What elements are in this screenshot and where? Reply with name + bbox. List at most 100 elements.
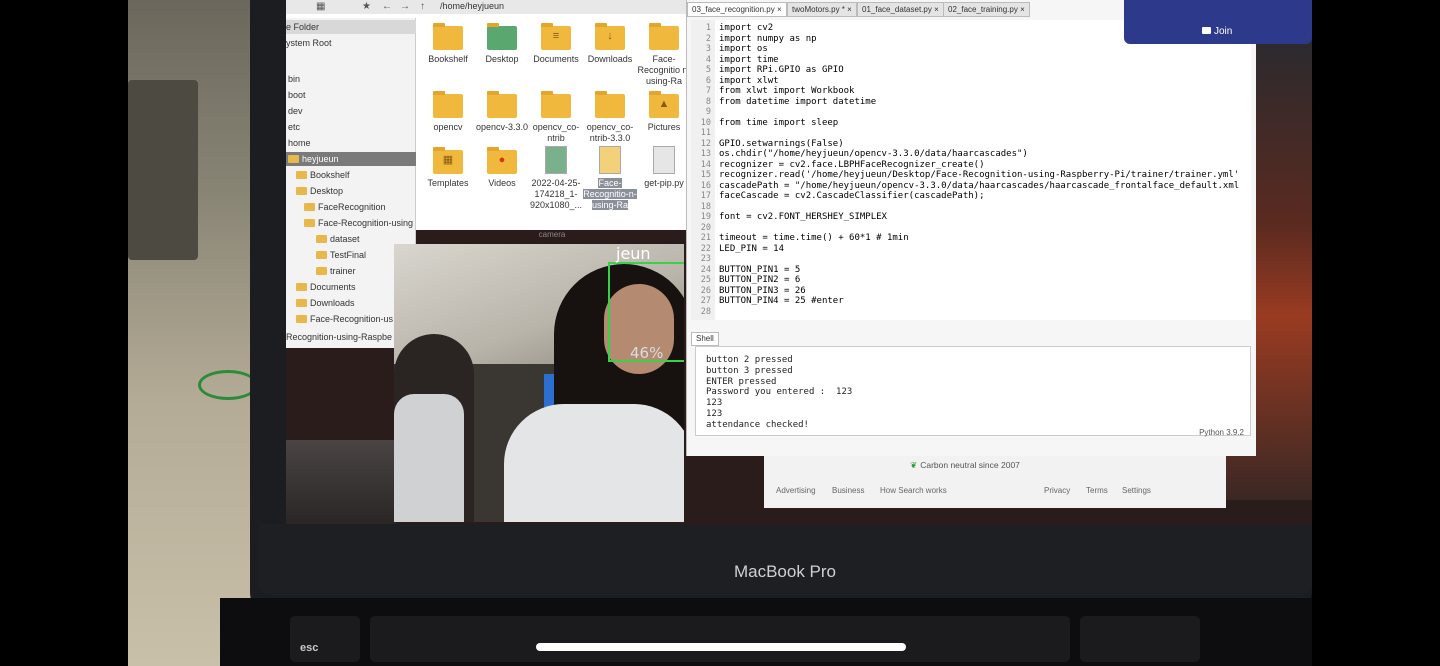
sidebar-item-bookshelf[interactable]: Bookshelf — [296, 170, 350, 180]
up-arrow-icon[interactable]: ↑ — [420, 1, 425, 12]
code-line: import xlwt — [719, 75, 779, 86]
footer-link-terms[interactable]: Terms — [1086, 486, 1108, 495]
sidebar-header-root[interactable]: ystem Root — [286, 38, 332, 48]
back-arrow-icon[interactable]: ← — [382, 1, 392, 12]
shell-output-line: 123 — [706, 398, 723, 409]
file-item-bookshelf[interactable]: Bookshelf — [420, 23, 476, 65]
sidebar-item-etc[interactable]: etc — [288, 122, 300, 132]
tab-02-face-training[interactable]: 02_face_training.py × — [943, 2, 1030, 17]
sidebar-item-documents[interactable]: Documents — [296, 282, 356, 292]
sidebar-item-home[interactable]: home — [288, 138, 311, 148]
path-bar[interactable]: /home/heyjueun — [440, 1, 504, 11]
folder-icon — [304, 219, 315, 227]
tab-shell[interactable]: Shell — [691, 332, 719, 346]
line-number: 23 — [700, 254, 711, 264]
home-icon[interactable]: ★ — [362, 1, 371, 12]
file-item-documents[interactable]: ≡ Documents — [528, 23, 584, 65]
folder-icon — [316, 235, 327, 243]
sidebar-item-trainer[interactable]: trainer — [316, 266, 356, 276]
file-item-opencv-contrib-330[interactable]: opencv_co-ntrib-3.3.0 — [582, 91, 638, 144]
leaf-icon: ❦ — [910, 460, 918, 470]
videos-folder-icon: ● — [487, 147, 517, 174]
sidebar-item-face-recognition-using[interactable]: Face-Recognition-using — [304, 218, 413, 228]
file-item-desktop[interactable]: Desktop — [474, 23, 530, 65]
footer-link-advertising[interactable]: Advertising — [776, 486, 816, 495]
sidebar-item-dataset[interactable]: dataset — [316, 234, 360, 244]
folder-icon — [433, 91, 463, 118]
line-number: 1 — [705, 23, 711, 33]
sidebar-header-folder[interactable]: e Folder — [286, 22, 319, 32]
line-number: 16 — [700, 180, 711, 191]
file-item-opencv-contrib[interactable]: opencv_co-ntrib — [528, 91, 584, 144]
code-line: recognizer.read('/home/heyjueun/Desktop/… — [719, 170, 1240, 180]
file-item-videos[interactable]: ● Videos — [474, 147, 530, 189]
close-icon[interactable]: × — [934, 5, 939, 14]
footer-link-privacy[interactable]: Privacy — [1044, 486, 1070, 495]
file-item-label: opencv — [433, 122, 463, 132]
code-line: import time — [719, 54, 779, 65]
footer-link-how-search-works[interactable]: How Search works — [880, 486, 947, 495]
close-icon[interactable]: × — [777, 5, 782, 14]
close-icon[interactable]: × — [1020, 5, 1025, 14]
text-file-icon — [653, 146, 675, 174]
line-number: 14 — [700, 159, 711, 170]
shell-output-line: button 2 pressed — [706, 355, 793, 365]
code-editor[interactable]: 1 2 3 4 5 6 7 8 9 10 11 12 13 14 15 16 17 18 19 20 21 22 23 24 2… — [691, 20, 1251, 320]
tab-03-face-recognition[interactable]: 03_face_recognition.py × — [687, 2, 787, 17]
folder-icon — [649, 23, 679, 50]
folder-icon — [288, 155, 299, 163]
code-line: BUTTON_PIN1 = 5 — [719, 264, 801, 275]
line-number: 20 — [700, 222, 711, 233]
folder-icon — [433, 23, 463, 50]
sidebar-item-boot[interactable]: boot — [288, 90, 306, 100]
tab-label: twoMotors.py * — [792, 5, 845, 14]
home-indicator — [536, 643, 906, 651]
sidebar-item-heyjueun[interactable]: heyjueun — [288, 154, 339, 164]
file-item-label: Downloads — [587, 54, 633, 64]
shell-console[interactable]: button 2 pressed button 3 pressed ENTER pr… — [695, 346, 1251, 436]
line-number: 6 — [705, 75, 711, 86]
forward-arrow-icon[interactable]: → — [400, 1, 410, 12]
file-item-label: Documents — [533, 54, 579, 64]
line-number: 11 — [700, 128, 711, 138]
line-number: 13 — [700, 149, 711, 159]
line-number: 21 — [700, 233, 711, 243]
footer-link-business[interactable]: Business — [832, 486, 864, 495]
file-item-label: Pictures — [647, 122, 681, 132]
file-item-face-recognition[interactable]: Face-Recognitio n-using-Ra — [636, 23, 692, 87]
file-item-downloads[interactable]: ↓ Downloads — [582, 23, 638, 65]
sidebar-item-bin[interactable]: bin — [288, 74, 300, 84]
folder-icon — [316, 251, 327, 259]
file-item-get-pip[interactable]: get-pip.py — [636, 146, 692, 189]
code-line: from time import sleep — [719, 117, 839, 128]
line-number: 27 — [700, 296, 711, 306]
tab-twomotors[interactable]: twoMotors.py * × — [787, 2, 857, 17]
carbon-neutral-note: ❦ Carbon neutral since 2007 — [764, 460, 1166, 471]
grid-view-icon[interactable]: ▦ — [316, 1, 325, 12]
file-item-opencv[interactable]: opencv — [420, 91, 476, 133]
esc-key-label: esc — [300, 642, 319, 654]
pictures-folder-icon: ▲ — [649, 91, 679, 118]
line-number: 3 — [705, 44, 711, 54]
file-item-templates[interactable]: ▦ Templates — [420, 147, 476, 189]
tab-01-face-dataset[interactable]: 01_face_dataset.py × — [857, 2, 944, 17]
file-item-pictures[interactable]: ▲ Pictures — [636, 91, 692, 133]
file-item-screenshot[interactable]: 2022-04-25-174218_1-920x1080_... — [528, 146, 584, 211]
sidebar-item-downloads[interactable]: Downloads — [296, 298, 355, 308]
sidebar-item-desktop[interactable]: Desktop — [296, 186, 343, 196]
thonny-editor-window: 03_face_recognition.py × twoMotors.py * … — [686, 0, 1256, 456]
folder-icon — [296, 171, 307, 179]
footer-link-settings[interactable]: Settings — [1122, 486, 1151, 495]
file-item-label: opencv_co-ntrib — [532, 122, 580, 143]
file-item-opencv-330[interactable]: opencv-3.3.0 — [474, 91, 530, 133]
sidebar-item-face-recognition-us[interactable]: Face-Recognition-us — [296, 314, 393, 324]
close-icon[interactable]: × — [847, 5, 852, 14]
join-button[interactable]: Join — [1214, 26, 1232, 37]
sidebar-item-dev[interactable]: dev — [288, 106, 303, 116]
sidebar-item-testfinal[interactable]: TestFinal — [316, 250, 366, 260]
file-item-face-recognition-archive[interactable]: Face-Recognitio-n-using-Ra — [582, 146, 638, 211]
sidebar-item-facerecognition[interactable]: FaceRecognition — [304, 202, 386, 212]
python-version[interactable]: Python 3.9.2 — [1199, 428, 1244, 437]
sidebar-item-recognition-using[interactable]: Recognition-using-Raspbe — [286, 332, 392, 342]
sidebar-item-label: heyjueun — [302, 154, 339, 164]
